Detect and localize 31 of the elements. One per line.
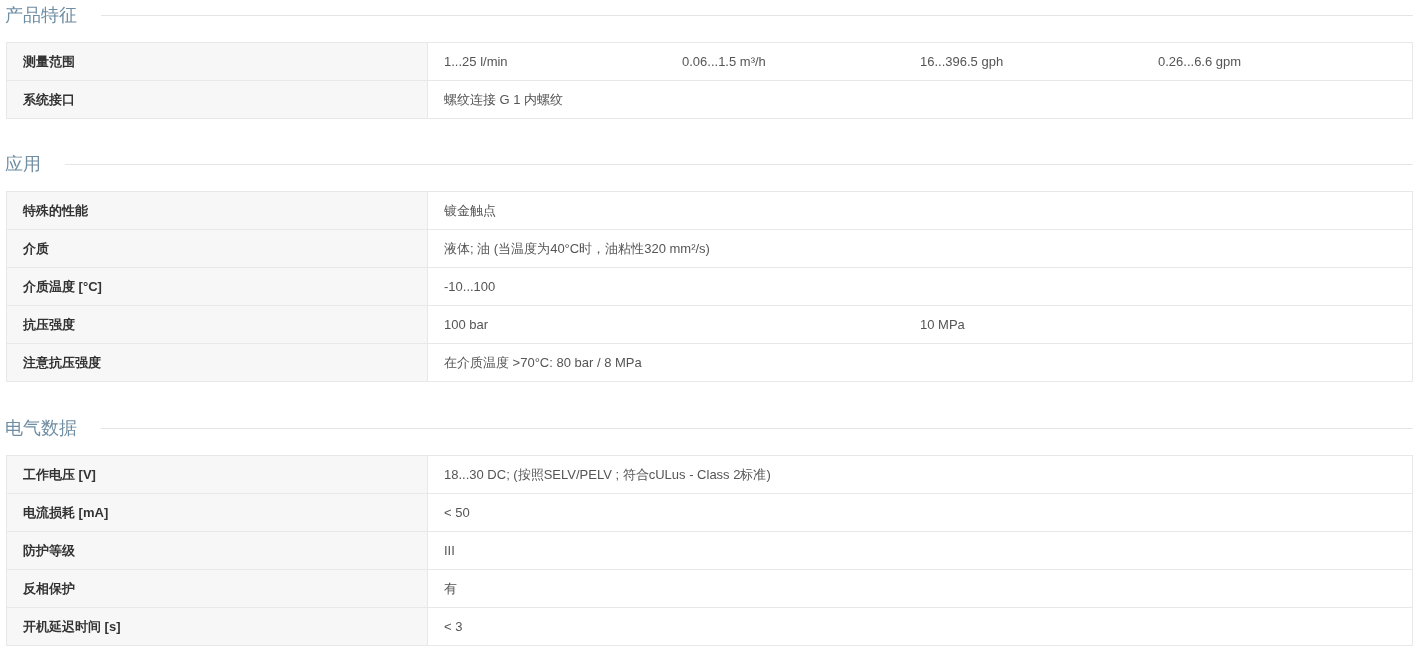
spec-label: 开机延迟时间 [s] [7, 608, 428, 645]
spec-value: 100 bar [444, 315, 490, 334]
spec-value: III [444, 541, 456, 560]
section-title: 电气数据 [5, 416, 77, 440]
spec-value: 18...30 DC; (按照SELV/PELV ; 符合cULus - Class 2标准) [444, 465, 772, 484]
spec-value: 1...25 l/min [444, 52, 509, 71]
spec-label: 反相保护 [7, 570, 428, 607]
spec-label: 注意抗压强度 [7, 344, 428, 381]
spec-value: < 50 [444, 503, 471, 522]
spec-value: 10 MPa [920, 315, 966, 334]
spec-label: 介质 [7, 230, 428, 267]
spec-label: 介质温度 [°C] [7, 268, 428, 305]
spec-value: 镀金触点 [444, 201, 497, 220]
spec-value: 16...396.5 gph [920, 52, 1005, 71]
spec-value: 0.26...6.6 gpm [1158, 52, 1243, 71]
spec-value: 0.06...1.5 m³/h [682, 52, 767, 71]
spec-value: 有 [444, 579, 458, 598]
spec-value: < 3 [444, 617, 464, 636]
spec-label: 电流损耗 [mA] [7, 494, 428, 531]
spec-value: -10...100 [444, 277, 497, 296]
spec-label: 防护等级 [7, 532, 428, 569]
section-title: 应用 [5, 152, 41, 176]
spec-value: 在介质温度 >70°C: 80 bar / 8 MPa [444, 353, 643, 372]
spec-label: 工作电压 [V] [7, 456, 428, 493]
spec-label: 抗压强度 [7, 306, 428, 343]
spec-label: 特殊的性能 [7, 192, 428, 229]
spec-value: 螺纹连接 G 1 内螺纹 [444, 90, 565, 109]
spec-value: 液体; 油 (当温度为40°C时，油粘性320 mm²/s) [444, 239, 711, 258]
section-title: 产品特征 [5, 3, 77, 27]
spec-label: 测量范围 [7, 43, 428, 80]
spec-label: 系统接口 [7, 81, 428, 118]
